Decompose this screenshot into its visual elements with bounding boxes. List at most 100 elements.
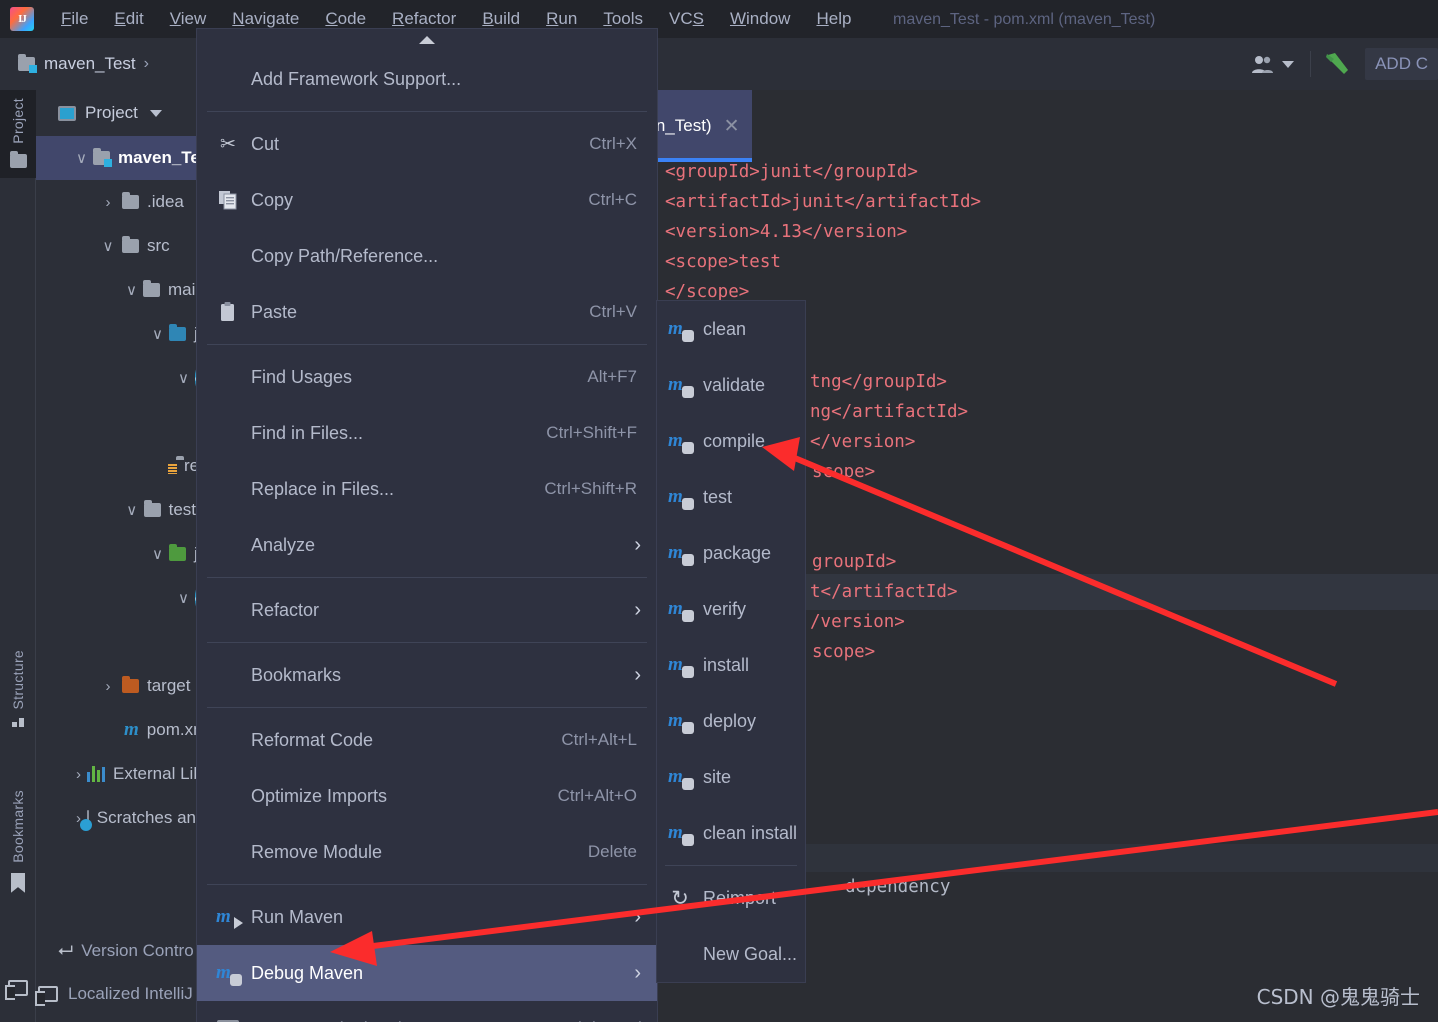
menu-item-label: Refactor: [251, 599, 320, 620]
chevron-right-icon: ›: [634, 533, 641, 556]
submenu-item-new-goal[interactable]: New Goal...: [657, 926, 805, 982]
menu-item-cut[interactable]: ✂ Cut Ctrl+X: [197, 116, 657, 172]
chevron-down-icon[interactable]: ∨: [152, 325, 163, 343]
menu-item-label: Open Terminal at the Current Maven Modul…: [251, 1019, 657, 1022]
tree-label: Scratches an: [96, 808, 196, 827]
tree-item-hidden-2[interactable]: [36, 620, 196, 664]
submenu-item-label: package: [703, 542, 772, 563]
tree-item-pom-xml[interactable]: m pom.xml: [36, 708, 196, 752]
tree-item-test-java[interactable]: ∨ jav: [36, 532, 196, 576]
add-configuration-button[interactable]: ADD C: [1365, 48, 1438, 80]
tree-item-hidden[interactable]: [36, 400, 196, 444]
submenu-item-verify[interactable]: m verify: [657, 581, 805, 637]
submenu-item-deploy[interactable]: m deploy: [657, 693, 805, 749]
tree-item-main-class[interactable]: ∨ c: [36, 356, 196, 400]
status-version-control[interactable]: ⮠ Version Contro: [58, 940, 194, 962]
tree-item-main-java[interactable]: ∨ jav: [36, 312, 196, 356]
maven-debug-icon: m: [215, 962, 242, 986]
menu-item-remove-module[interactable]: Remove Module Delete: [197, 824, 657, 880]
project-icon: [58, 105, 76, 121]
tree-item-test-class[interactable]: ∨ c: [36, 576, 196, 620]
menu-vcs[interactable]: VCS: [656, 5, 717, 33]
submenu-item-test[interactable]: m test: [657, 469, 805, 525]
paste-icon: [215, 302, 241, 322]
tree-item-main[interactable]: ∨ main: [36, 268, 196, 312]
menu-item-debug-maven[interactable]: m Debug Maven ›: [197, 945, 657, 1001]
chevron-down-icon[interactable]: ∨: [126, 501, 138, 519]
menu-edit[interactable]: Edit: [101, 5, 156, 33]
menu-item-copy-path-reference[interactable]: Copy Path/Reference...: [197, 228, 657, 284]
maven-debug-icon: m: [667, 654, 694, 678]
code-line: </version>: [810, 432, 916, 452]
submenu-item-validate[interactable]: m validate: [657, 357, 805, 413]
menu-item-bookmarks[interactable]: Bookmarks ›: [197, 647, 657, 703]
chevron-down-icon[interactable]: ∨: [76, 149, 87, 167]
menu-item-add-framework-support[interactable]: Add Framework Support...: [197, 51, 657, 107]
code-line: <artifactId>junit</artifactId>: [665, 192, 982, 212]
stripe-button-bookmarks[interactable]: Bookmarks: [0, 790, 36, 893]
chevron-down-icon[interactable]: ∨: [178, 589, 189, 607]
menu-item-accelerator: Alt+F7: [587, 367, 637, 386]
menu-item-find-in-files[interactable]: Find in Files... Ctrl+Shift+F: [197, 405, 657, 461]
menu-window[interactable]: Window: [717, 5, 803, 33]
menu-scroll-up[interactable]: [197, 29, 657, 51]
breadcrumb[interactable]: maven_Test ›: [18, 54, 149, 74]
menu-item-copy[interactable]: Copy Ctrl+C: [197, 172, 657, 228]
submenu-item-install[interactable]: m install: [657, 637, 805, 693]
menu-item-paste[interactable]: Paste Ctrl+V: [197, 284, 657, 340]
build-hammer-icon[interactable]: [1323, 49, 1353, 79]
menu-item-reformat-code[interactable]: Reformat Code Ctrl+Alt+L: [197, 712, 657, 768]
project-panel-header[interactable]: Project: [36, 90, 196, 136]
menu-help[interactable]: Help: [803, 5, 864, 33]
chevron-right-icon[interactable]: ›: [100, 678, 116, 695]
maven-run-icon: m: [215, 906, 243, 929]
maven-debug-icon: m: [667, 374, 694, 398]
chevron-down-icon[interactable]: ∨: [126, 281, 137, 299]
tree-item-resources[interactable]: res: [36, 444, 196, 488]
submenu-item-site[interactable]: m site: [657, 749, 805, 805]
chevron-down-icon[interactable]: ∨: [152, 545, 163, 563]
bookmark-icon: [11, 872, 25, 893]
stripe-button-project[interactable]: Project: [0, 90, 36, 178]
tree-item-idea[interactable]: › .idea: [36, 180, 196, 224]
menu-item-label: Reformat Code: [251, 729, 374, 750]
chevron-down-icon[interactable]: ∨: [100, 237, 116, 255]
tree-label: res: [184, 456, 196, 475]
submenu-item-package[interactable]: m package: [657, 525, 805, 581]
tree-item-scratches[interactable]: › Scratches an: [36, 796, 196, 840]
folder-icon: [122, 192, 139, 209]
libraries-icon: [87, 766, 105, 782]
tree-item-test[interactable]: ∨ test: [36, 488, 196, 532]
menu-item-open-terminal-maven[interactable]: >_ Open Terminal at the Current Maven Mo…: [197, 1001, 657, 1022]
submenu-item-clean-install[interactable]: m clean install: [657, 805, 805, 861]
test-source-folder-icon: [168, 544, 186, 561]
project-tool-window: Project ∨ maven_Test › .idea ∨ src ∨: [36, 90, 196, 1022]
tree-item-target[interactable]: › target: [36, 664, 196, 708]
chevron-down-icon[interactable]: ∨: [178, 369, 189, 387]
menu-item-analyze[interactable]: Analyze ›: [197, 517, 657, 573]
menu-file[interactable]: File: [48, 5, 101, 33]
user-account-button[interactable]: [1251, 54, 1295, 74]
close-icon[interactable]: ✕: [724, 115, 740, 138]
menu-item-replace-in-files[interactable]: Replace in Files... Ctrl+Shift+R: [197, 461, 657, 517]
submenu-item-reimport[interactable]: ↻ Reimport: [657, 870, 805, 926]
menu-item-refactor[interactable]: Refactor ›: [197, 582, 657, 638]
submenu-item-clean[interactable]: m clean: [657, 301, 805, 357]
chevron-right-icon[interactable]: ›: [100, 194, 116, 211]
chevron-right-icon[interactable]: ›: [76, 766, 81, 783]
menu-item-label: Copy Path/Reference...: [251, 245, 439, 266]
tree-item-src[interactable]: ∨ src: [36, 224, 196, 268]
chevron-down-icon[interactable]: [149, 109, 162, 117]
menu-separator: [207, 111, 647, 112]
menu-item-find-usages[interactable]: Find Usages Alt+F7: [197, 349, 657, 405]
submenu-item-compile[interactable]: m compile: [657, 413, 805, 469]
module-folder-icon: [18, 54, 37, 73]
stripe-button-windows[interactable]: [0, 980, 36, 1000]
menu-item-run-maven[interactable]: m Run Maven ›: [197, 889, 657, 945]
submenu-item-label: clean install: [703, 822, 798, 843]
tree-item-maven-test[interactable]: ∨ maven_Test: [36, 136, 196, 180]
code-line: groupId>: [812, 552, 897, 572]
tree-item-external-libraries[interactable]: › External Libr: [36, 752, 196, 796]
menu-item-optimize-imports[interactable]: Optimize Imports Ctrl+Alt+O: [197, 768, 657, 824]
stripe-button-structure[interactable]: Structure: [0, 650, 36, 727]
